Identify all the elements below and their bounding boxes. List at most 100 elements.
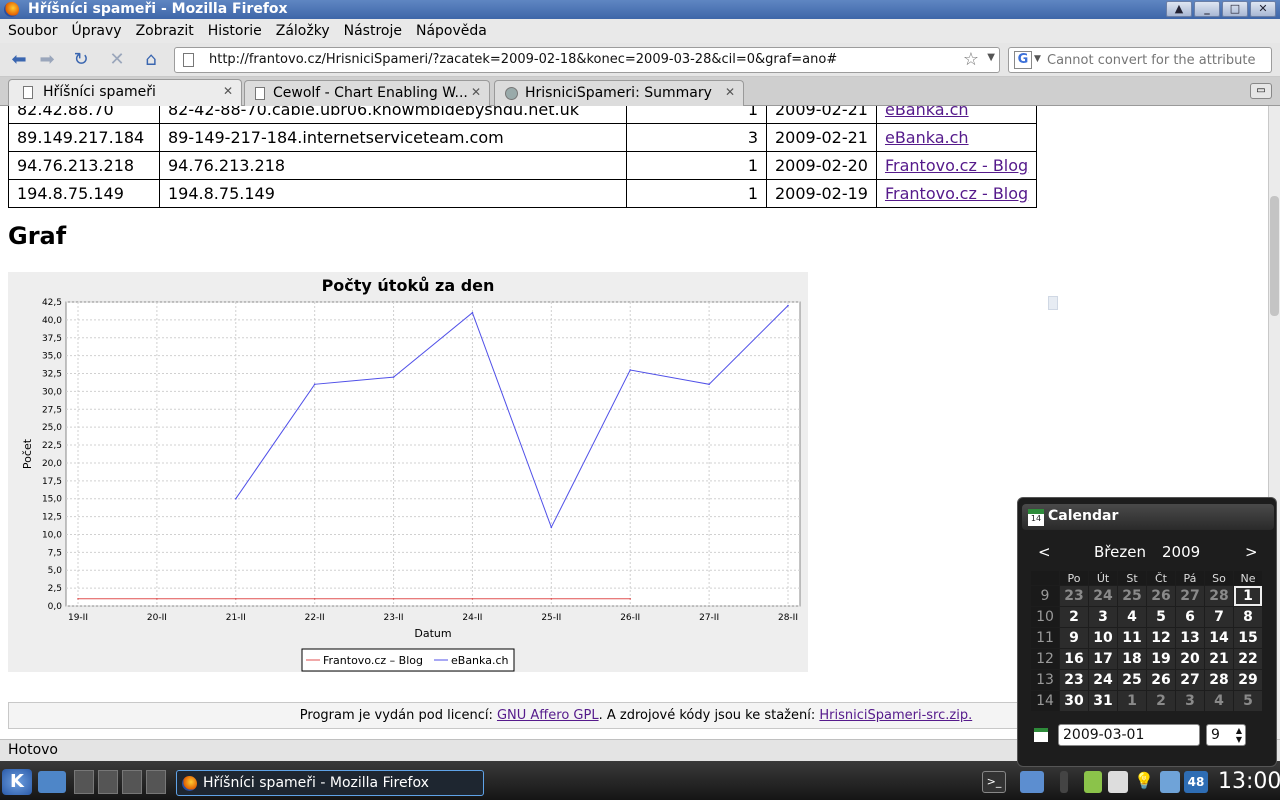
calendar-day[interactable]: 29 xyxy=(1234,670,1262,690)
calendar-day[interactable]: 15 xyxy=(1234,628,1262,648)
calendar-day[interactable]: 27 xyxy=(1176,670,1204,690)
menu-historie[interactable]: Historie xyxy=(208,23,262,39)
google-search-engine-icon[interactable]: G xyxy=(1014,51,1032,69)
back-icon[interactable]: ⬅ xyxy=(6,47,32,73)
calendar-day[interactable]: 13 xyxy=(1176,628,1204,648)
month-label[interactable]: Březen xyxy=(1094,543,1146,561)
calendar-day[interactable]: 31 xyxy=(1089,691,1117,711)
desktop-pager-1[interactable] xyxy=(74,770,94,794)
desktop-pager-4[interactable] xyxy=(146,770,166,794)
calendar-day[interactable]: 10 xyxy=(1089,628,1117,648)
engine-dropdown-icon[interactable]: ▼ xyxy=(1034,54,1041,64)
week-number[interactable]: 11 xyxy=(1031,628,1059,648)
calendar-day[interactable]: 7 xyxy=(1205,607,1233,627)
menu-zobrazit[interactable]: Zobrazit xyxy=(136,23,194,39)
tab-list-button[interactable]: ▭ xyxy=(1250,83,1272,99)
week-number[interactable]: 9 xyxy=(1031,586,1059,606)
menu-napoveda[interactable]: Nápověda xyxy=(416,23,487,39)
calendar-day[interactable]: 12 xyxy=(1147,628,1175,648)
terminal-icon[interactable]: >_ xyxy=(982,771,1006,793)
calendar-day[interactable]: 4 xyxy=(1205,691,1233,711)
reload-icon[interactable]: ↻ xyxy=(68,47,94,73)
calendar-day[interactable]: 28 xyxy=(1205,586,1233,606)
home-folder-icon[interactable] xyxy=(38,771,66,793)
stop-icon[interactable]: ✕ xyxy=(104,47,130,73)
calendar-day[interactable]: 1 xyxy=(1118,691,1146,711)
date-input[interactable]: 2009-03-01 xyxy=(1058,724,1200,746)
close-tab-icon[interactable]: ✕ xyxy=(223,84,233,98)
calendar-day[interactable]: 25 xyxy=(1118,586,1146,606)
calendar-day[interactable]: 23 xyxy=(1060,670,1088,690)
scrollbar-thumb[interactable] xyxy=(1270,196,1279,316)
week-number[interactable]: 12 xyxy=(1031,649,1059,669)
taskbar-firefox-task[interactable]: Hříšníci spameři - Mozilla Firefox xyxy=(176,770,484,796)
update-icon[interactable] xyxy=(1160,771,1180,793)
calendar-day[interactable]: 30 xyxy=(1060,691,1088,711)
gpl-link[interactable]: GNU Affero GPL xyxy=(497,708,599,723)
calendar-day[interactable]: 26 xyxy=(1147,586,1175,606)
calendar-day[interactable]: 5 xyxy=(1234,691,1262,711)
calendar-day[interactable]: 1 xyxy=(1234,586,1262,606)
year-label[interactable]: 2009 xyxy=(1162,543,1200,561)
calendar-day[interactable]: 16 xyxy=(1060,649,1088,669)
bookmark-star-icon[interactable]: ☆ xyxy=(963,49,979,70)
calendar-day[interactable]: 9 xyxy=(1060,628,1088,648)
target-link[interactable]: Frantovo.cz - Blog xyxy=(885,156,1028,175)
tab-cewolf[interactable]: Cewolf - Chart Enabling W... ✕ xyxy=(244,80,490,106)
calendar-day[interactable]: 6 xyxy=(1176,607,1204,627)
calendar-day[interactable]: 11 xyxy=(1118,628,1146,648)
source-zip-link[interactable]: HrisniciSpameri-src.zip. xyxy=(819,708,972,723)
calendar-day[interactable]: 14 xyxy=(1205,628,1233,648)
window-titlebar[interactable]: Hříšníci spameři - Mozilla Firefox ▲ _ □… xyxy=(0,0,1280,19)
calendar-day[interactable]: 2 xyxy=(1147,691,1175,711)
calendar-day[interactable]: 17 xyxy=(1089,649,1117,669)
calendar-tray-icon[interactable]: 48 xyxy=(1184,771,1208,793)
calendar-day[interactable]: 5 xyxy=(1147,607,1175,627)
prev-month-button[interactable]: < xyxy=(1038,543,1051,561)
calendar-day[interactable]: 24 xyxy=(1089,670,1117,690)
calendar-day[interactable]: 28 xyxy=(1205,670,1233,690)
battery-icon[interactable] xyxy=(1084,771,1102,793)
menu-upravy[interactable]: Úpravy xyxy=(72,23,122,39)
desktop-pager-3[interactable] xyxy=(122,770,142,794)
menu-nastroje[interactable]: Nástroje xyxy=(344,23,402,39)
forward-icon[interactable]: ➡ xyxy=(34,47,60,73)
tab-hrisnici-spameri[interactable]: Hříšníci spameři ✕ xyxy=(8,79,242,107)
target-link[interactable]: eBanka.ch xyxy=(885,106,969,119)
lightbulb-icon[interactable]: 💡 xyxy=(1134,771,1154,793)
menu-zalozky[interactable]: Záložky xyxy=(276,23,330,39)
calendar-day[interactable]: 21 xyxy=(1205,649,1233,669)
calendar-day[interactable]: 19 xyxy=(1147,649,1175,669)
calendar-day[interactable]: 24 xyxy=(1089,586,1117,606)
calendar-day[interactable]: 3 xyxy=(1089,607,1117,627)
week-number[interactable]: 13 xyxy=(1031,670,1059,690)
desktop-pager-2[interactable] xyxy=(98,770,118,794)
calendar-day[interactable]: 27 xyxy=(1176,586,1204,606)
calendar-day[interactable]: 2 xyxy=(1060,607,1088,627)
target-link[interactable]: eBanka.ch xyxy=(885,128,969,147)
calendar-day[interactable]: 22 xyxy=(1234,649,1262,669)
target-link[interactable]: Frantovo.cz - Blog xyxy=(885,184,1028,203)
calendar-day[interactable]: 20 xyxy=(1176,649,1204,669)
close-window-button[interactable]: ✕ xyxy=(1250,1,1276,17)
calendar-day[interactable]: 26 xyxy=(1147,670,1175,690)
week-number[interactable]: 14 xyxy=(1031,691,1059,711)
clipboard-icon[interactable] xyxy=(1108,771,1128,793)
spin-arrows-icon[interactable]: ▲ ▼ xyxy=(1236,726,1242,744)
maximize-button[interactable]: □ xyxy=(1222,1,1248,17)
close-tab-icon[interactable]: ✕ xyxy=(471,85,481,99)
home-icon[interactable]: ⌂ xyxy=(138,47,164,73)
minimize-button[interactable]: _ xyxy=(1194,1,1220,17)
calendar-day[interactable]: 8 xyxy=(1234,607,1262,627)
tab-summary[interactable]: HrisniciSpameri: Summary ✕ xyxy=(494,80,744,106)
url-bar[interactable]: http://frantovo.cz/HrisniciSpameri/?zaca… xyxy=(174,47,1000,73)
kde-menu-icon[interactable]: K xyxy=(2,769,32,795)
clock[interactable]: 13:00 xyxy=(1218,769,1280,794)
calendar-day[interactable]: 3 xyxy=(1176,691,1204,711)
today-icon[interactable] xyxy=(1034,728,1048,742)
week-number[interactable]: 10 xyxy=(1031,607,1059,627)
next-month-button[interactable]: > xyxy=(1245,543,1258,561)
close-tab-icon[interactable]: ✕ xyxy=(725,85,735,99)
calendar-day[interactable]: 4 xyxy=(1118,607,1146,627)
calendar-day[interactable]: 18 xyxy=(1118,649,1146,669)
